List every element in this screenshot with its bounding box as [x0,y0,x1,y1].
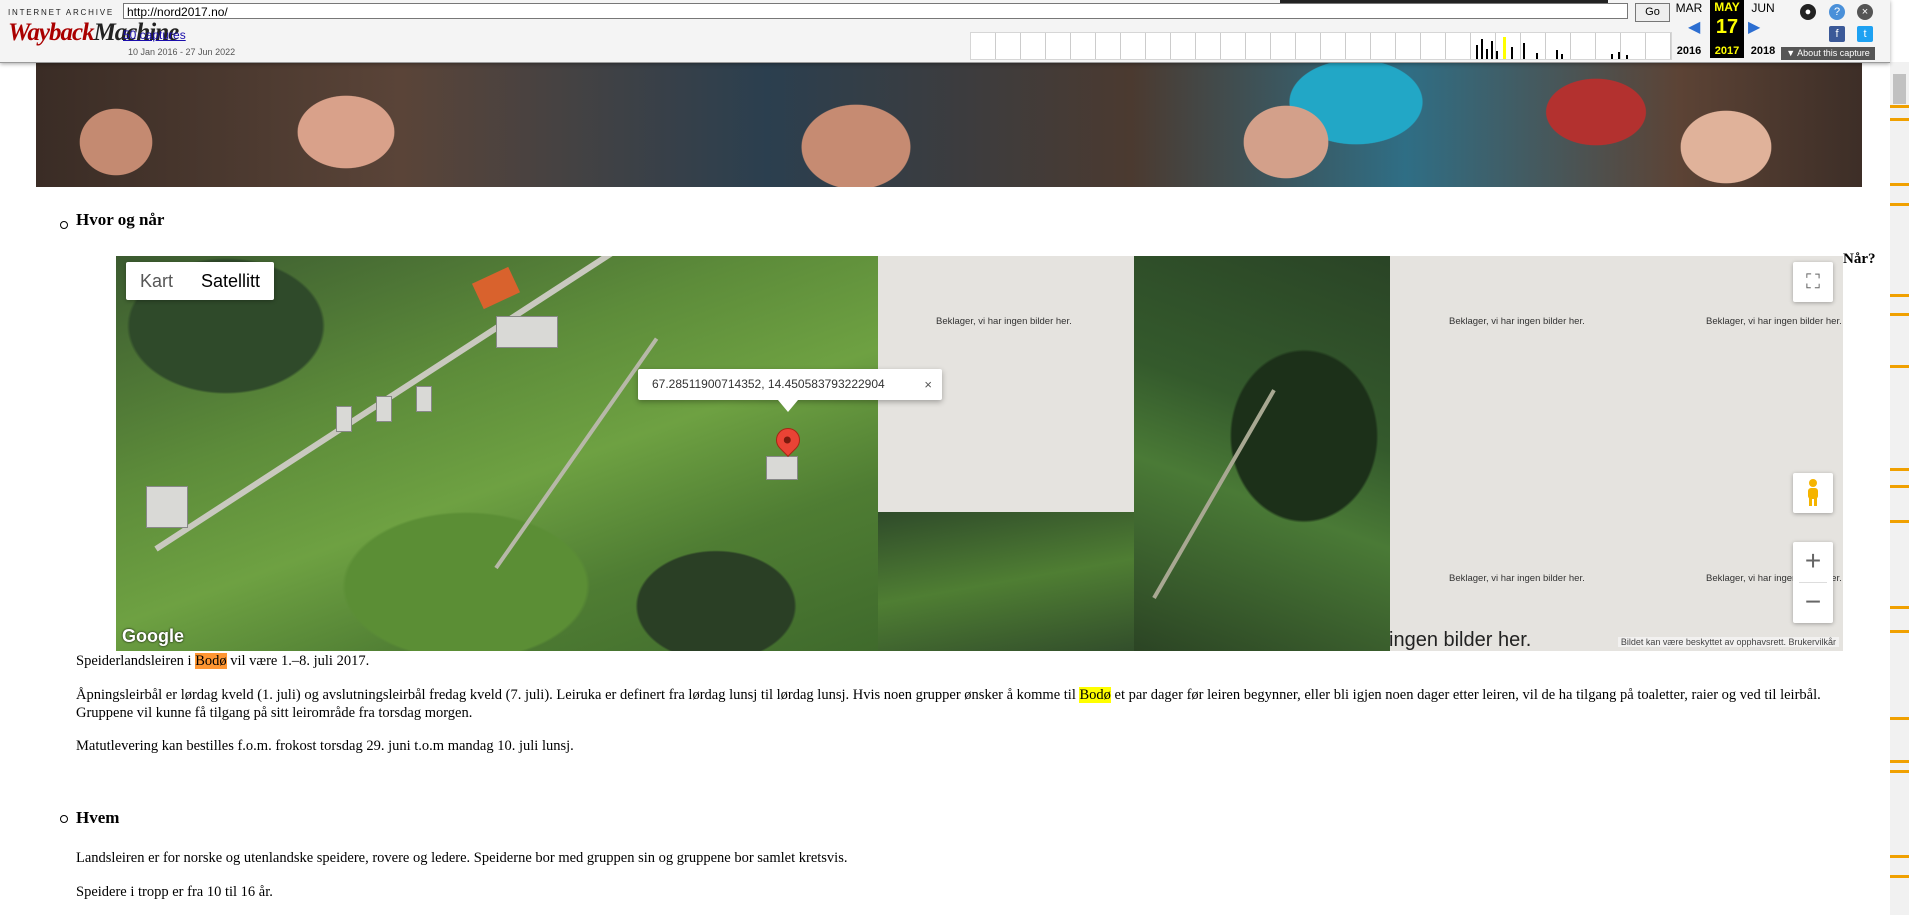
about-capture-button[interactable]: ▼ About this capture [1781,47,1875,60]
text: Åpningsleirbål er lørdag kveld (1. juli)… [76,687,1080,703]
go-button[interactable]: Go [1635,3,1670,22]
text: vil være 1.–8. juli 2017. [226,653,370,669]
current-year: 2017 [1714,45,1740,57]
prev-year[interactable]: 2016 [1672,45,1706,57]
search-marker [1890,313,1909,316]
highlight: Bodø [1079,687,1111,703]
next-capture-arrow-icon[interactable]: ▶ [1748,17,1760,37]
zoom-control: + − [1793,542,1833,623]
prev-month[interactable]: MAR [1672,1,1706,15]
building [376,396,392,422]
twitter-icon[interactable]: t [1857,26,1873,42]
paragraph-food: Matutlevering kan bestilles f.o.m. froko… [76,738,574,754]
map-attribution[interactable]: Bildet kan være beskyttet av opphavsrett… [1617,637,1839,647]
no-images-message-large: ingen bilder her. [1389,629,1532,651]
banner-image [36,62,1862,187]
satellite-tile [878,512,1134,651]
section-title-hvem: Hvem [76,808,120,827]
wayback-toolbar: INTERNET ARCHIVE WaybackMachine http://n… [0,0,1890,63]
bullet [60,815,68,823]
fullscreen-icon[interactable]: ⛶ [1793,262,1833,302]
no-images-message: Beklager, vi har ingen bilder her. [1449,316,1585,327]
no-images-message: Beklager, vi har ingen bilder her. [1706,316,1842,327]
close-toolbar-icon[interactable]: × [1857,4,1873,20]
search-marker [1890,118,1909,121]
search-marker [1890,717,1909,720]
capture-date-range: 10 Jan 2016 - 27 Jun 2022 [128,47,236,57]
ia-label: INTERNET ARCHIVE [8,8,114,17]
no-images-message: Beklager, vi har ingen bilder her. [1449,573,1585,584]
capture-sparkline[interactable] [970,32,1672,60]
highlight: Bodø [195,653,227,669]
search-marker [1890,630,1909,633]
search-marker [1890,875,1909,878]
info-window-coordinates: 67.28511900714352, 14.450583793222904 [652,377,885,391]
search-marker [1890,760,1909,763]
paragraph-who: Landsleiren er for norske og utenlandske… [76,850,848,866]
current-day: 17 [1715,16,1739,38]
search-marker [1890,770,1909,773]
bullet [60,221,68,229]
search-marker [1890,520,1909,523]
pegman-icon[interactable] [1793,473,1833,513]
scrollbar[interactable] [1890,62,1909,915]
captures-link[interactable]: 50 captures [123,28,186,42]
zoom-in-button[interactable]: + [1793,542,1833,582]
map-type-satellitt[interactable]: Satellitt [187,262,274,300]
section-side-heading: Når? [1843,251,1876,267]
search-marker [1890,294,1909,297]
scrollbar-thumb[interactable] [1893,74,1906,104]
search-marker [1890,183,1909,186]
satellite-tile [1134,256,1390,651]
next-month[interactable]: JUN [1746,1,1780,15]
building [146,486,188,528]
search-marker [1890,485,1909,488]
paragraph-dates: Speiderlandsleiren i Bodø vil være 1.–8.… [76,652,1856,670]
building [766,456,798,480]
no-images-message: Beklager, vi har ingen bilder her. [936,316,1072,327]
search-marker [1890,855,1909,858]
google-map[interactable]: Beklager, vi har ingen bilder her. Bekla… [116,256,1843,651]
section-title-hvor: Hvor og når [76,210,165,229]
url-input[interactable]: http://nord2017.no/ [123,3,1628,19]
facebook-icon[interactable]: f [1829,26,1845,42]
search-marker [1890,203,1909,206]
building [496,316,558,348]
google-logo: Google [122,626,184,646]
map-type-kart[interactable]: Kart [126,262,187,300]
text: Speiderlandsleiren i [76,653,196,669]
paragraph-age: Speidere i tropp er fra 10 til 16 år. [76,884,273,900]
close-icon[interactable]: × [924,369,932,400]
search-marker [1890,468,1909,471]
building [416,386,432,412]
prev-capture-arrow-icon[interactable]: ◀ [1688,17,1700,37]
help-icon[interactable]: ? [1829,4,1845,20]
next-year[interactable]: 2018 [1746,45,1780,57]
search-marker [1890,365,1909,368]
search-marker [1890,606,1909,609]
search-marker [1890,105,1909,108]
info-window: 67.28511900714352, 14.450583793222904 × [638,369,942,412]
paragraph-campfire: Åpningsleirbål er lørdag kveld (1. juli)… [76,686,1856,722]
building [336,406,352,432]
map-type-toggle: Kart Satellitt [126,262,275,300]
user-icon[interactable]: ● [1800,4,1816,20]
zoom-out-button[interactable]: − [1793,583,1833,623]
